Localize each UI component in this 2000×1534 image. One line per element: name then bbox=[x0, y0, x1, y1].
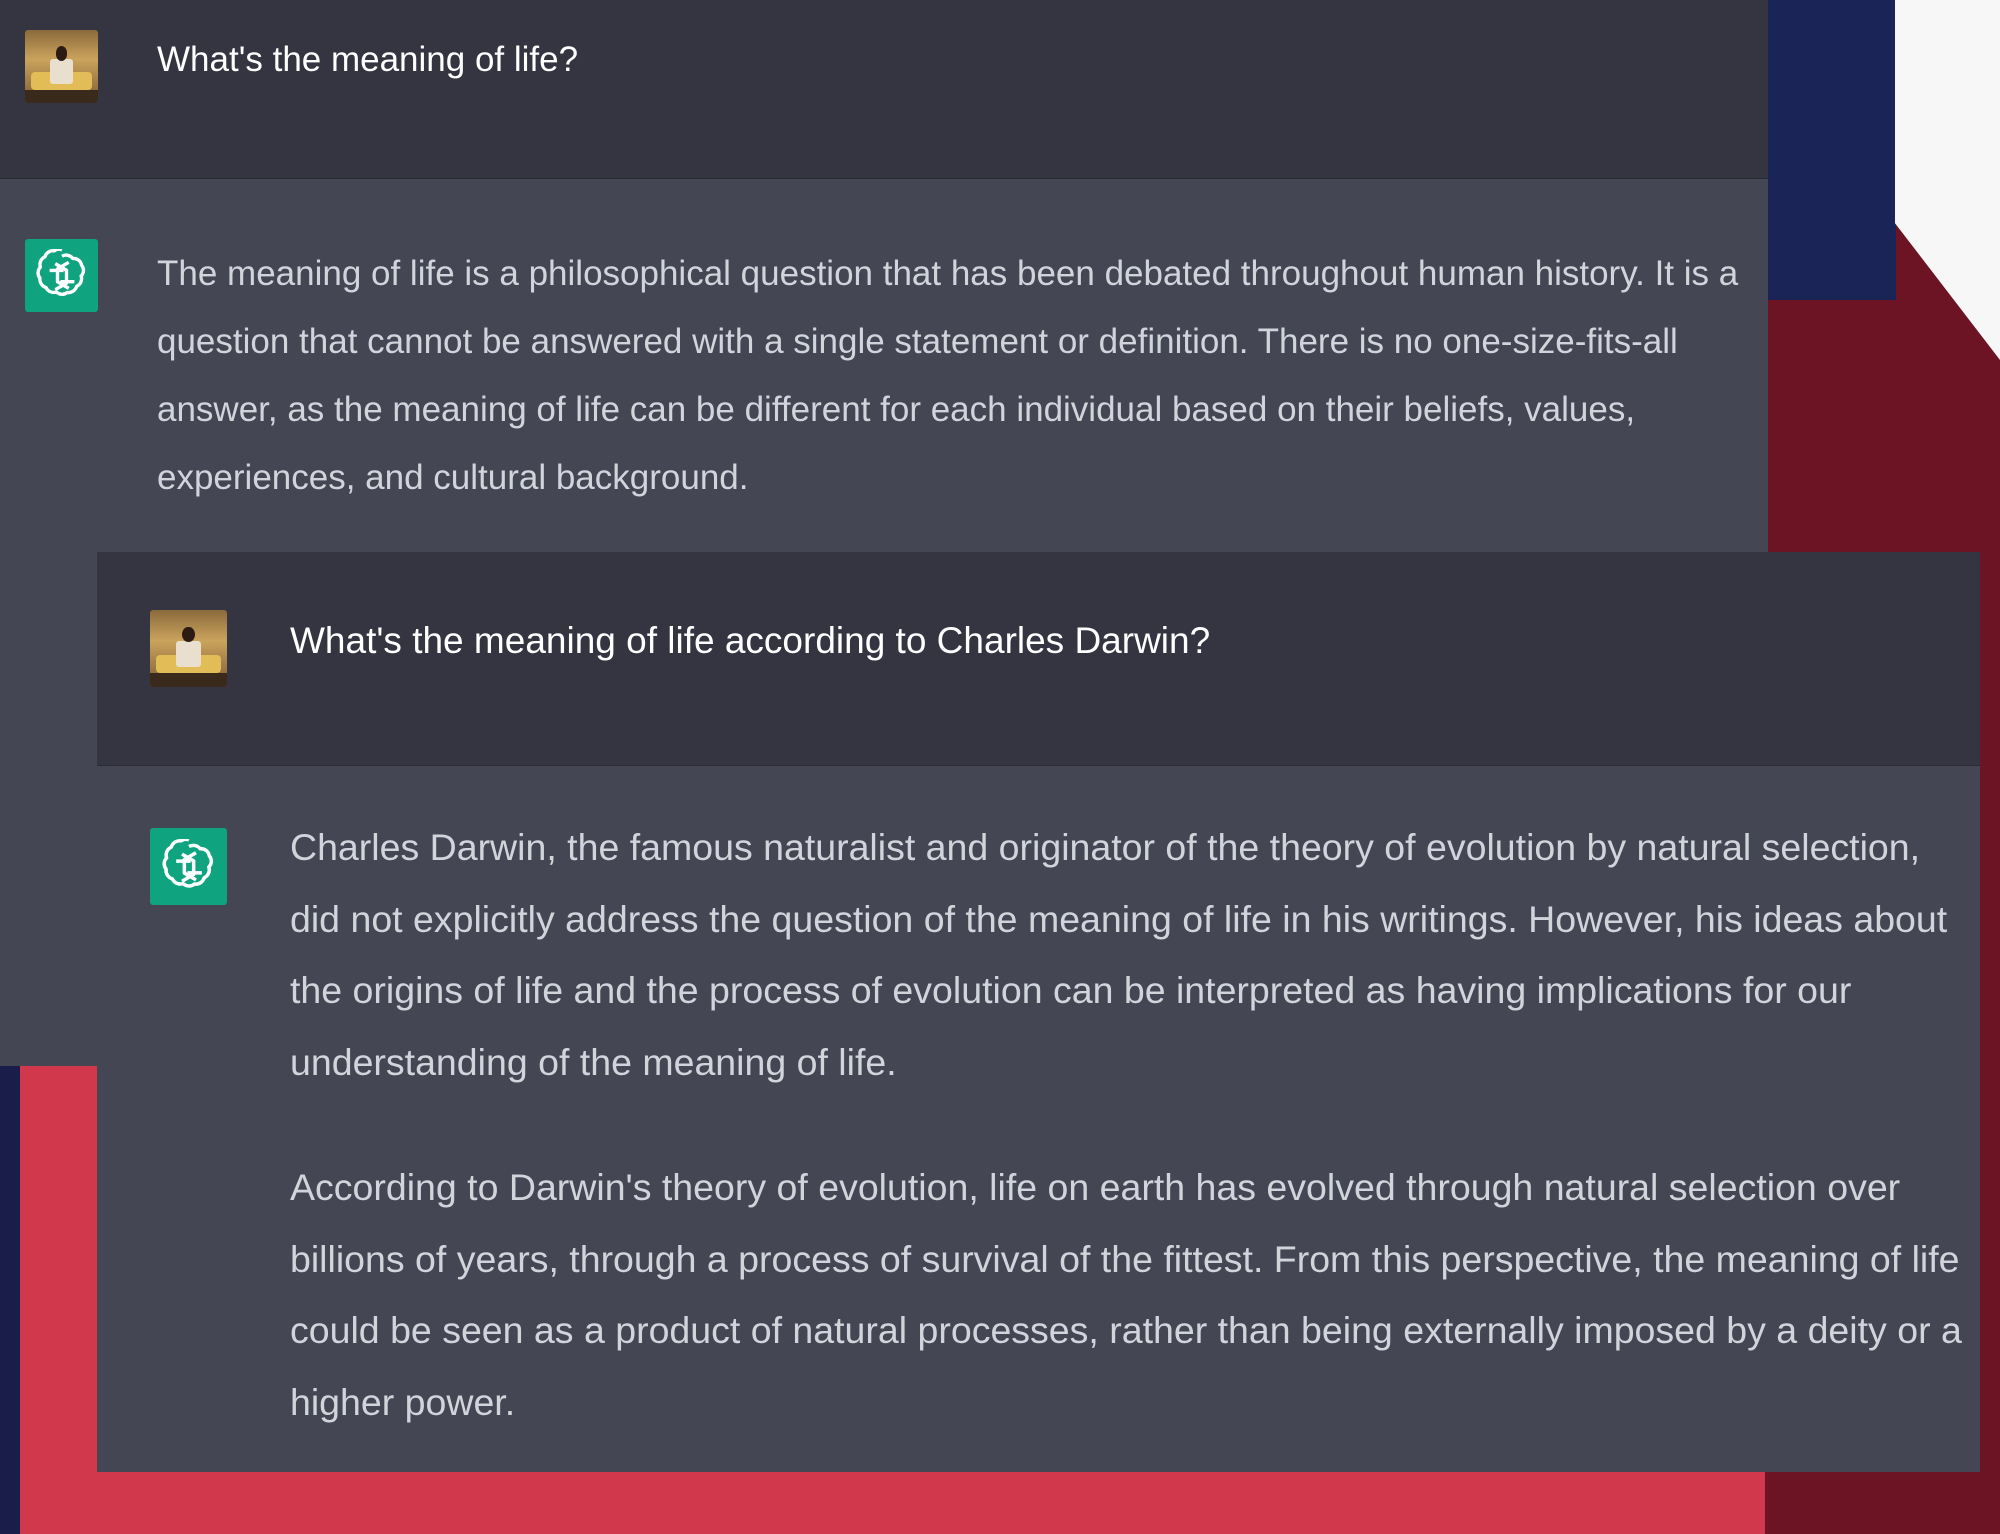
background-navy-strip bbox=[1766, 0, 1896, 300]
chat-screenshot-2: What's the meaning of life according to … bbox=[97, 552, 1980, 1472]
openai-logo-icon bbox=[161, 838, 213, 888]
assistant-avatar bbox=[25, 239, 98, 312]
assistant-message-body: Charles Darwin, the famous naturalist an… bbox=[290, 812, 1965, 1438]
assistant-message-text: The meaning of life is a philosophical q… bbox=[157, 254, 1739, 497]
user-avatar bbox=[150, 610, 227, 687]
assistant-paragraph: According to Darwin's theory of evolutio… bbox=[290, 1166, 1962, 1423]
background-navy-left bbox=[0, 1060, 20, 1534]
assistant-message-row: Charles Darwin, the famous naturalist an… bbox=[97, 766, 1980, 1472]
user-message-row: What's the meaning of life according to … bbox=[97, 552, 1980, 766]
user-message-text: What's the meaning of life according to … bbox=[290, 620, 1211, 661]
user-message-text: What's the meaning of life? bbox=[157, 40, 579, 79]
openai-logo-icon bbox=[35, 248, 85, 296]
background-crimson-bottom bbox=[1765, 1470, 2000, 1534]
user-message-row: What's the meaning of life? bbox=[0, 0, 1768, 179]
assistant-paragraph: Charles Darwin, the famous naturalist an… bbox=[290, 826, 1948, 1083]
user-avatar bbox=[25, 30, 98, 103]
assistant-avatar bbox=[150, 828, 227, 905]
